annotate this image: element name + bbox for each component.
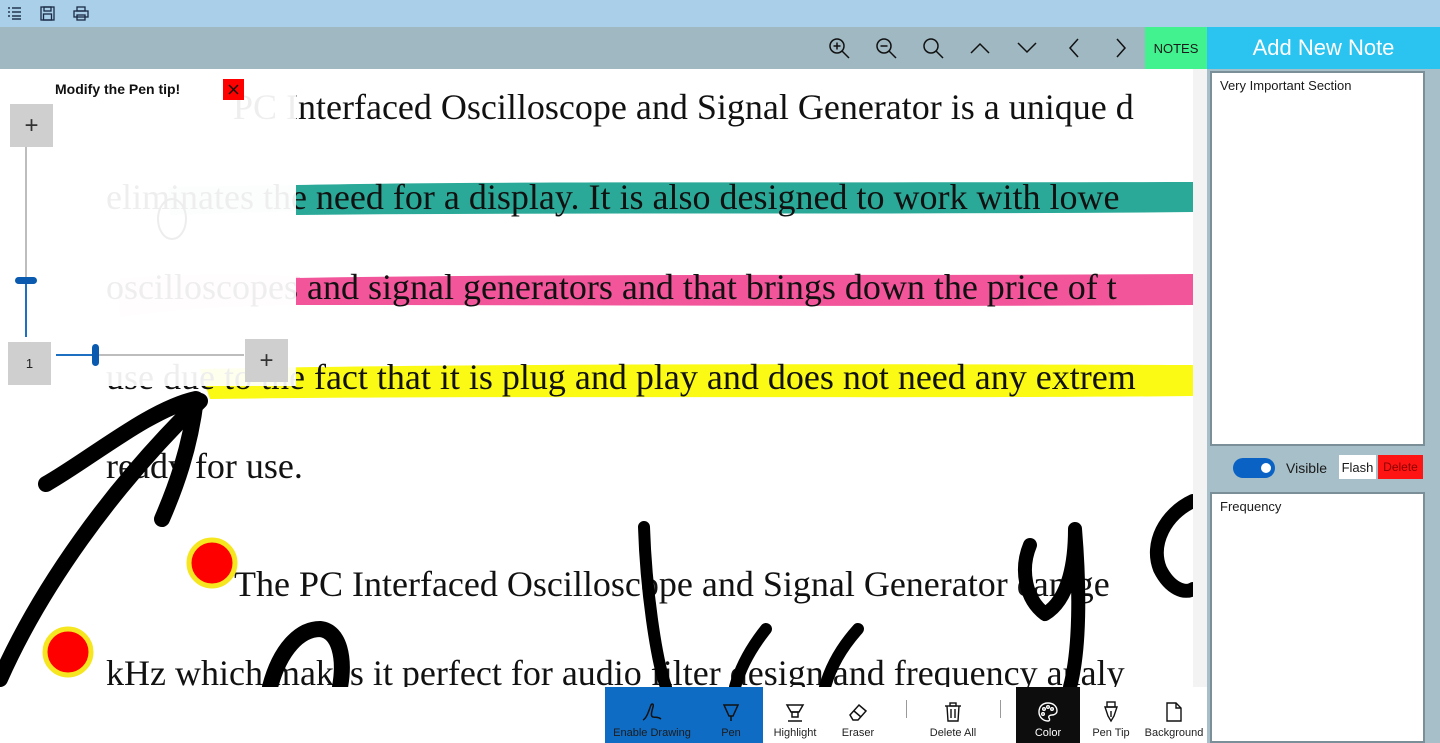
toolbar-divider — [1000, 700, 1001, 718]
bullet-marker — [42, 626, 94, 678]
ink-stroke — [638, 521, 672, 687]
pen-icon — [721, 697, 741, 727]
ink-scribble — [262, 621, 350, 687]
note-card[interactable]: Very Important Section — [1210, 71, 1425, 446]
flash-button[interactable]: Flash — [1339, 455, 1376, 479]
highlighter-icon — [784, 697, 806, 727]
eraser-icon — [847, 697, 869, 727]
note-card[interactable]: Frequency — [1210, 492, 1425, 743]
bullet-marker — [186, 537, 238, 589]
enable-drawing-button[interactable]: Enable Drawing — [605, 687, 699, 743]
visible-toggle[interactable] — [1233, 458, 1275, 478]
notes-button[interactable]: NOTES — [1145, 27, 1207, 69]
tool-label: Delete All — [929, 727, 977, 739]
search-icon[interactable] — [920, 35, 946, 61]
add-new-note-button[interactable]: Add New Note — [1207, 27, 1440, 69]
tool-label: Enable Drawing — [613, 727, 691, 739]
pen-popup-title: Modify the Pen tip! — [55, 81, 181, 97]
title-bar — [0, 0, 1440, 27]
note-text: Frequency — [1220, 499, 1282, 514]
pen-tip-popup: Modify the Pen tip! + 1 + — [0, 69, 296, 386]
tool-label: Highlight — [773, 727, 817, 739]
chevron-up-icon[interactable] — [967, 35, 993, 61]
delete-note-button[interactable]: Delete — [1378, 455, 1423, 479]
increase-width-button[interactable]: + — [245, 339, 288, 382]
tool-label: Color — [1034, 727, 1062, 739]
app-window: NOTES PC Interfaced Oscilloscope and Sig… — [0, 0, 1440, 743]
pen-tip-icon — [1102, 697, 1120, 727]
close-button[interactable] — [223, 79, 244, 100]
notes-panel: Add New Note Very Important Section Visi… — [1207, 27, 1440, 743]
pen-tip-button[interactable]: Pen Tip — [1082, 687, 1140, 743]
ink-scribble — [1149, 494, 1193, 598]
background-button[interactable]: Background — [1142, 687, 1206, 743]
color-button[interactable]: Color — [1016, 687, 1080, 743]
visible-label: Visible — [1286, 460, 1327, 476]
height-slider-fill — [25, 280, 27, 337]
toggle-knob — [1261, 463, 1271, 473]
delete-all-button[interactable]: Delete All — [922, 687, 984, 743]
print-icon[interactable] — [72, 4, 90, 22]
document-toolbar: NOTES — [0, 27, 1207, 69]
palette-icon — [1037, 697, 1059, 727]
height-slider-thumb[interactable] — [15, 277, 37, 284]
chevron-down-icon[interactable] — [1014, 35, 1040, 61]
tool-label: Pen Tip — [1092, 727, 1130, 739]
ink-stroke — [729, 623, 772, 687]
toolbar-divider — [906, 700, 907, 718]
pen-size-value: 1 — [8, 342, 51, 385]
pen-button[interactable]: Pen — [699, 687, 763, 743]
tool-label: Eraser — [841, 727, 875, 739]
width-slider-fill — [56, 354, 96, 356]
note-controls: Visible Flash Delete — [1207, 455, 1440, 481]
chevron-left-icon[interactable] — [1061, 35, 1087, 61]
document-scrollbar[interactable] — [1193, 69, 1207, 687]
zoom-in-icon[interactable] — [826, 35, 852, 61]
zoom-out-icon[interactable] — [873, 35, 899, 61]
page-icon — [1166, 697, 1182, 727]
list-icon[interactable] — [6, 4, 24, 22]
note-text: Very Important Section — [1220, 78, 1352, 93]
chevron-right-icon[interactable] — [1108, 35, 1134, 61]
tool-label: Pen — [721, 727, 741, 739]
width-slider-thumb[interactable] — [92, 344, 99, 366]
signature-icon — [641, 697, 663, 727]
close-icon — [228, 84, 239, 95]
eraser-button[interactable]: Eraser — [830, 687, 886, 743]
trash-icon — [944, 697, 962, 727]
ink-stroke — [819, 623, 864, 687]
save-icon[interactable] — [38, 4, 56, 22]
ink-scribble — [1018, 522, 1086, 687]
bottom-toolbar: Enable Drawing Pen Highlight Eraser Dele… — [0, 687, 1207, 743]
highlight-button[interactable]: Highlight — [765, 687, 825, 743]
increase-height-button[interactable]: + — [10, 104, 53, 147]
tool-label: Background — [1144, 727, 1204, 739]
